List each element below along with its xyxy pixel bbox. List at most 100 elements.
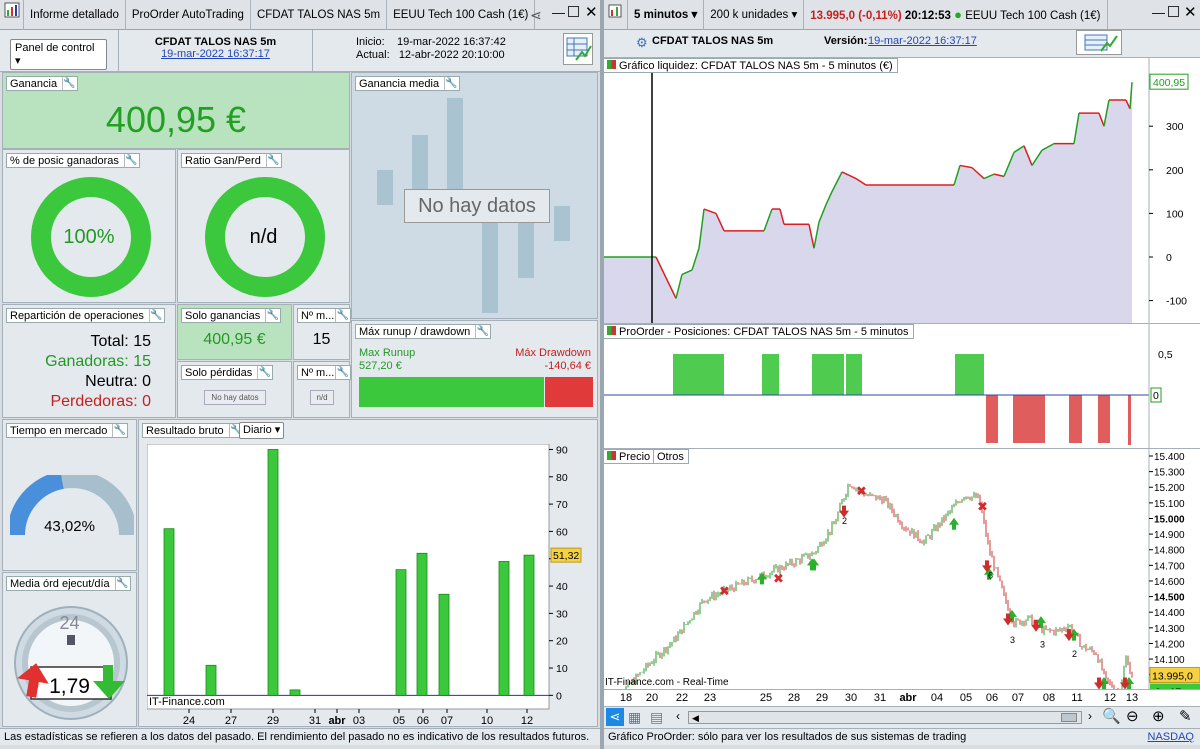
zoom-in-icon[interactable]: ⊕ — [1152, 707, 1165, 725]
period-dropdown[interactable]: Diario ▾ — [239, 422, 285, 439]
system-date-link[interactable]: 19-mar-2022 16:37:17 — [119, 48, 312, 60]
units-dropdown[interactable]: 200 k unidades ▾ — [704, 0, 805, 30]
tab-system[interactable]: CFDAT TALOS NAS 5m — [251, 0, 388, 30]
left-header: Panel de control ▾ CFDAT TALOS NAS 5m 19… — [0, 30, 600, 72]
y-tick-label: 30 — [556, 608, 568, 620]
time-axis-label: 12 — [1103, 692, 1117, 704]
indicator-icon[interactable]: ▤ — [650, 709, 663, 726]
equity-y-label: 0 — [1166, 252, 1172, 264]
scrollbar-thumb[interactable] — [1061, 713, 1077, 722]
wrench-icon[interactable]: 🔧 — [62, 77, 76, 90]
report-icon[interactable] — [1076, 30, 1122, 55]
only-loss-panel: Solo pérdidas 🔧 No hay datos — [177, 361, 292, 418]
version-link[interactable]: 19-mar-2022 16:37:17 — [868, 35, 977, 47]
positions-chart: 0,50 — [604, 324, 1173, 449]
maximize-icon[interactable] — [1168, 6, 1179, 17]
nm2-title: Nº m... 🔧 — [297, 365, 352, 380]
price-y-label: 14.200 — [1154, 639, 1185, 650]
price-y-label: 14.500 — [1154, 593, 1185, 604]
wrench-icon[interactable]: 🔧 — [265, 154, 280, 167]
wrench-icon[interactable]: 🔧 — [148, 309, 163, 322]
gain-panel: Ganancia 🔧 400,95 € — [2, 72, 350, 149]
scroll-start-icon[interactable]: ◀ — [692, 713, 699, 724]
short-position-bar — [1128, 395, 1131, 445]
tab-proorder[interactable]: ProOrder AutoTrading — [126, 0, 251, 30]
drawdown-block: Máx Drawdown -140,64 € — [515, 347, 591, 373]
nasdaq-link[interactable]: NASDAQ — [1148, 729, 1194, 746]
price-y-label: 14.700 — [1154, 561, 1185, 572]
exit-cross-icon: ✖ — [977, 500, 988, 515]
scroll-right-icon[interactable]: › — [1088, 709, 1092, 723]
equity-last-label: 400,95 — [1153, 77, 1185, 89]
report-icon[interactable] — [563, 33, 593, 65]
wrench-icon[interactable]: 🔧 — [265, 309, 279, 322]
drawdown-label: Máx Drawdown — [515, 347, 591, 359]
only-gain-panel: Solo ganancias 🔧 400,95 € — [177, 304, 292, 360]
timeframe-dropdown[interactable]: 5 minutos ▾ — [628, 0, 705, 30]
price-pane[interactable]: ✖✖✖✖263324215.40015.30015.20015.10015.00… — [603, 448, 1200, 690]
price-tab[interactable]: Precio — [603, 449, 656, 464]
minimize-icon[interactable]: — — [552, 5, 565, 20]
tab-detailed-report[interactable]: Informe detallado — [24, 0, 126, 30]
control-panel-dropdown[interactable]: Panel de control ▾ — [10, 39, 107, 70]
share-icon[interactable]: ⋖ — [606, 708, 624, 726]
others-tab[interactable]: Otros — [653, 449, 689, 464]
nm2-value: n/d — [310, 390, 334, 405]
right-tabbar: 5 minutos ▾ 200 k unidades ▾ 13.995,0 (-… — [604, 0, 1200, 30]
system-info: CFDAT TALOS NAS 5m 19-mar-2022 16:37:17 — [118, 30, 313, 72]
close-icon[interactable]: ✕ — [585, 3, 598, 21]
win-pct-title: % de posic ganadoras 🔧 — [6, 153, 140, 168]
only-gain-value: 400,95 € — [203, 331, 266, 348]
chart-toolbar: ⋖ ▦ ▤ ‹ ◀ › 🔍 ⊖ ⊕ ✎ — [604, 706, 1200, 728]
time-panel: Tiempo en mercado 🔧 43,02% — [2, 419, 137, 571]
y-tick-label: 70 — [556, 499, 568, 511]
bar — [289, 689, 301, 696]
equity-pane[interactable]: 300 200 100 0 -100 400,95 Gráfico liquidez: C… — [603, 57, 1200, 324]
time-axis-label: abr — [899, 692, 917, 704]
price-readout: 13.995,0 (-0,11%) 20:12:53 ● EEUU Tech 1… — [804, 0, 1108, 30]
time-axis-label: 18 — [619, 692, 633, 704]
price-y-label: 14.800 — [1154, 546, 1185, 557]
close-icon[interactable]: ✕ — [1184, 3, 1197, 21]
long-position-bar — [846, 354, 862, 395]
live-dot-icon: ● — [954, 6, 962, 22]
x-tick-label: 29 — [267, 715, 279, 726]
system-name: CFDAT TALOS NAS 5m — [154, 36, 277, 48]
scroll-left-icon[interactable]: ‹ — [676, 709, 680, 723]
horizontal-scrollbar[interactable]: ◀ — [688, 711, 1082, 724]
start-label: Inicio: — [356, 36, 385, 48]
wrench-icon[interactable]: 🔧 — [335, 366, 349, 379]
right-system-name: CFDAT TALOS NAS 5m — [652, 35, 774, 47]
orders-value: 1,79 — [49, 675, 90, 698]
x-tick-label: 10 — [481, 715, 493, 726]
wrench-icon[interactable]: 🔧 — [123, 154, 138, 167]
chart-settings-icon[interactable]: ▦ — [628, 709, 641, 726]
positions-pane[interactable]: 0,5 0 ProOrder - Posiciones: CFDAT TALOS … — [603, 323, 1200, 449]
zoom-out-icon[interactable]: ⊖ — [1126, 707, 1139, 725]
x-tick-label: 07 — [441, 715, 453, 726]
runup-title: Máx runup / drawdown 🔧 — [355, 324, 492, 339]
price-y-label: 15.000 — [1154, 514, 1185, 525]
clock: 20:12:53 — [904, 9, 951, 22]
maximize-icon[interactable] — [568, 6, 579, 17]
nm-title: Nº m... 🔧 — [297, 308, 352, 323]
time-title: Tiempo en mercado 🔧 — [6, 423, 129, 438]
version-label: Versión: — [824, 35, 868, 47]
start-value: 19-mar-2022 16:37:42 — [396, 36, 506, 48]
share-icon[interactable]: ⋖ — [530, 7, 542, 24]
wrench-icon[interactable]: 🔧 — [335, 309, 349, 322]
neutral-label: Neutra: — [85, 373, 138, 390]
wrench-icon[interactable]: 🔧 — [475, 325, 489, 338]
wrench-icon[interactable]: 🔧 — [114, 577, 129, 590]
chart-app-icon — [604, 0, 628, 30]
win-pct-panel: % de posic ganadoras 🔧 100% — [2, 149, 176, 303]
wrench-icon[interactable]: 🔧 — [257, 366, 271, 379]
runup-block: Max Runup 527,20 € — [359, 347, 415, 373]
wrench-icon[interactable]: 🔧 — [112, 424, 126, 437]
tab-instrument[interactable]: EEUU Tech 100 Cash (1€) — [387, 0, 536, 30]
minimize-icon[interactable]: — — [1152, 5, 1165, 20]
zoom-fit-icon[interactable]: 🔍 — [1102, 707, 1121, 725]
trade-count-label: 6 — [988, 571, 993, 581]
tools-icon[interactable]: ✎ — [1179, 707, 1192, 725]
lose-value: 0 — [142, 393, 151, 410]
